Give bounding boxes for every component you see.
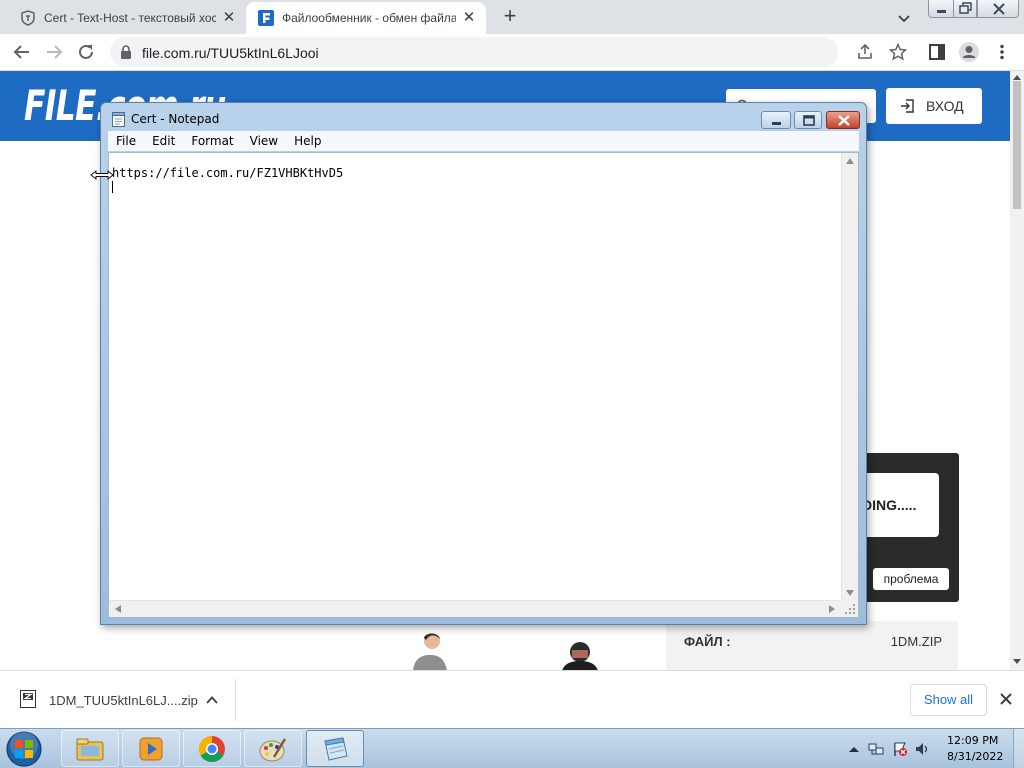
paint-icon: [259, 737, 287, 761]
menu-help[interactable]: Help: [286, 134, 329, 148]
tab-search-chevron-icon[interactable]: [894, 8, 914, 28]
notepad-icon: [112, 112, 125, 127]
share-icon[interactable]: [853, 40, 877, 64]
notepad-text-area[interactable]: https://file.com.ru/FZ1VHBKtHvD5: [108, 152, 859, 618]
download-panel: DING..... проблема: [858, 453, 959, 602]
login-icon: [900, 98, 916, 114]
zip-file-icon: [20, 690, 36, 708]
download-file-name: 1DM_TUU5ktInL6LJ....zip: [49, 693, 198, 708]
show-desktop-button[interactable]: [1013, 729, 1024, 768]
tab-title: Cert - Text-Host - текстовый хос: [44, 11, 216, 25]
notepad-icon: [324, 736, 348, 761]
windows-taskbar: 12:09 PM 8/31/2022: [0, 728, 1024, 768]
login-label: ВХОД: [926, 98, 964, 114]
menu-kebab-icon[interactable]: [990, 40, 1014, 64]
notepad-title: Cert - Notepad: [131, 112, 220, 126]
file-f-favicon-icon: [258, 10, 274, 26]
scroll-up-arrow-icon[interactable]: [1012, 73, 1022, 81]
url-text[interactable]: file.com.ru/TUU5ktInL6LJooi: [142, 45, 319, 61]
loading-card: DING.....: [858, 473, 939, 537]
scroll-down-arrow-icon[interactable]: [1012, 658, 1022, 666]
reload-icon[interactable]: [74, 40, 98, 64]
browser-toolbar: file.com.ru/TUU5ktInL6LJooi: [0, 34, 1024, 71]
tray-expand-arrow-icon[interactable]: [846, 741, 862, 757]
notepad-content[interactable]: https://file.com.ru/FZ1VHBKtHvD5: [112, 166, 343, 180]
network-icon[interactable]: [868, 741, 884, 757]
file-label: ФАЙЛ :: [684, 634, 731, 649]
menu-format[interactable]: Format: [183, 134, 241, 148]
notepad-maximize-button[interactable]: [794, 111, 822, 129]
notepad-close-button[interactable]: [826, 111, 860, 129]
problem-button[interactable]: проблема: [873, 568, 949, 590]
scrollbar-thumb[interactable]: [1013, 81, 1021, 209]
window-restore-button[interactable]: [953, 0, 977, 18]
forward-arrow-icon[interactable]: [42, 40, 66, 64]
tab-title: Файлообменник - обмен файла: [282, 11, 456, 25]
chrome-icon: [198, 735, 225, 762]
show-all-button[interactable]: Show all: [910, 684, 987, 716]
tab-close-icon[interactable]: ✕: [220, 9, 238, 27]
clock-date[interactable]: 8/31/2022: [947, 750, 1003, 763]
lock-icon[interactable]: [120, 45, 132, 64]
media-player-icon: [139, 737, 163, 760]
taskbar-paint-button[interactable]: [244, 730, 302, 767]
notepad-vertical-scrollbar[interactable]: [841, 153, 858, 602]
chevron-up-icon[interactable]: [205, 693, 219, 707]
loading-text: DING.....: [862, 497, 917, 513]
back-arrow-icon[interactable]: [10, 40, 34, 64]
tab-file-exchanger[interactable]: Файлообменник - обмен файла ✕: [246, 2, 486, 34]
menu-file[interactable]: File: [108, 134, 144, 148]
notepad-minimize-button[interactable]: [761, 111, 791, 129]
person-illustration-icon: [413, 633, 447, 670]
scroll-up-arrow-icon[interactable]: [846, 158, 854, 164]
address-bar[interactable]: file.com.ru/TUU5ktInL6LJooi: [110, 37, 838, 67]
taskbar-chrome-button[interactable]: [183, 730, 241, 767]
taskbar-explorer-button[interactable]: [61, 730, 119, 767]
volume-icon[interactable]: [914, 741, 930, 757]
tab-close-icon[interactable]: ✕: [460, 9, 478, 27]
close-icon[interactable]: [998, 691, 1014, 707]
text-caret: [112, 181, 113, 193]
login-button[interactable]: ВХОД: [886, 88, 982, 124]
notepad-menubar: File Edit Format View Help: [108, 131, 859, 151]
scroll-right-arrow-icon[interactable]: [829, 605, 835, 613]
tab-strip: Cert - Text-Host - текстовый хос ✕ Файло…: [0, 0, 1024, 34]
page-scrollbar[interactable]: [1010, 71, 1024, 670]
window-minimize-button[interactable]: [928, 0, 954, 18]
taskbar-notepad-button[interactable]: [306, 730, 364, 767]
notepad-window[interactable]: Cert - Notepad File Edit Format View Hel…: [100, 102, 867, 625]
person-illustration-icon: [562, 642, 598, 670]
taskbar-media-player-button[interactable]: [122, 730, 180, 767]
menu-edit[interactable]: Edit: [144, 134, 183, 148]
resize-cursor-icon: [90, 170, 114, 180]
resize-grip-icon[interactable]: [841, 600, 858, 617]
clock-time[interactable]: 12:09 PM: [947, 734, 998, 747]
side-panel-icon[interactable]: [925, 40, 949, 64]
scroll-left-arrow-icon[interactable]: [115, 605, 121, 613]
new-tab-button[interactable]: +: [498, 5, 522, 29]
start-button-icon[interactable]: [4, 730, 44, 768]
profile-avatar-icon[interactable]: [957, 40, 981, 64]
download-shelf: 1DM_TUU5ktInL6LJ....zip Show all: [0, 670, 1024, 728]
window-close-button[interactable]: [977, 0, 1019, 18]
file-info: ФАЙЛ : 1DM.ZIP: [666, 621, 958, 670]
download-item[interactable]: 1DM_TUU5ktInL6LJ....zip: [8, 679, 236, 721]
notepad-horizontal-scrollbar[interactable]: [109, 600, 842, 617]
bookmark-star-icon[interactable]: [886, 40, 910, 64]
tab-cert-text-host[interactable]: Cert - Text-Host - текстовый хос ✕: [8, 2, 246, 34]
shield-favicon-icon: [20, 10, 36, 26]
menu-view[interactable]: View: [242, 134, 286, 148]
notepad-titlebar[interactable]: Cert - Notepad: [101, 103, 866, 133]
action-center-flag-icon[interactable]: [892, 741, 908, 757]
scroll-down-arrow-icon[interactable]: [846, 590, 854, 596]
windows-explorer-icon: [76, 738, 104, 760]
file-name: 1DM.ZIP: [890, 634, 942, 649]
